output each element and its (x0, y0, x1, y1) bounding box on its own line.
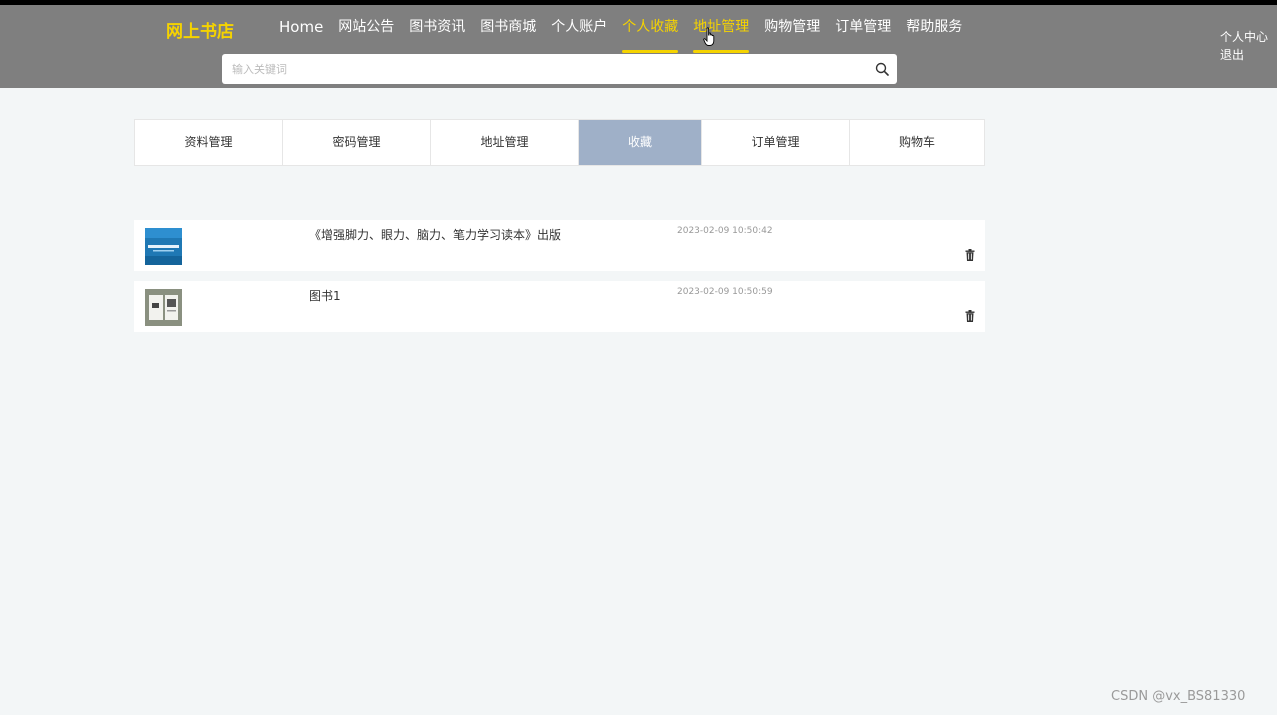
favorite-time: 2023-02-09 10:50:59 (677, 287, 773, 297)
account-tabs: 资料管理 密码管理 地址管理 收藏 订单管理 购物车 (134, 119, 985, 166)
favorite-time: 2023-02-09 10:50:42 (677, 226, 773, 236)
nav-item-favorites[interactable]: 个人收藏 (622, 17, 679, 53)
nav-item-book-mall[interactable]: 图书商城 (480, 17, 536, 53)
favorite-title[interactable]: 图书1 (309, 287, 341, 304)
user-links: 个人中心 退出 (1220, 28, 1268, 64)
tab-address[interactable]: 地址管理 (431, 120, 579, 165)
tab-password[interactable]: 密码管理 (283, 120, 431, 165)
search-icon[interactable] (875, 62, 889, 76)
nav-item-announcements[interactable]: 网站公告 (338, 17, 394, 53)
nav-item-orders[interactable]: 订单管理 (835, 17, 891, 53)
favorite-title[interactable]: 《增强脚力、眼力、脑力、笔力学习读本》出版 (309, 226, 561, 243)
search-bar (222, 54, 897, 84)
nav-item-shopping[interactable]: 购物管理 (764, 17, 820, 53)
nav-item-address[interactable]: 地址管理 (693, 17, 750, 53)
watermark: CSDN @vx_BS81330 (1111, 689, 1246, 704)
book-cover-thumbnail[interactable] (145, 289, 182, 326)
main-nav: Home 网站公告 图书资讯 图书商城 个人账户 个人收藏 地址管理 购物管理 … (279, 17, 977, 53)
tab-cart[interactable]: 购物车 (850, 120, 984, 165)
trash-icon[interactable] (965, 310, 975, 322)
logout-link[interactable]: 退出 (1220, 46, 1268, 64)
nav-item-book-news[interactable]: 图书资讯 (409, 17, 465, 53)
tab-profile[interactable]: 资料管理 (135, 120, 283, 165)
nav-item-account[interactable]: 个人账户 (551, 17, 607, 53)
top-navigation-bar: 网上书店 Home 网站公告 图书资讯 图书商城 个人账户 个人收藏 地址管理 … (0, 0, 1277, 88)
favorites-list: 《增强脚力、眼力、脑力、笔力学习读本》出版 2023-02-09 10:50:4… (134, 220, 985, 342)
list-item[interactable]: 《增强脚力、眼力、脑力、笔力学习读本》出版 2023-02-09 10:50:4… (134, 220, 985, 271)
site-logo[interactable]: 网上书店 (166, 17, 234, 42)
tab-favorites[interactable]: 收藏 (579, 120, 702, 165)
search-input[interactable] (222, 54, 842, 84)
hand-cursor-icon (703, 27, 715, 46)
book-cover-thumbnail[interactable] (145, 228, 182, 265)
trash-icon[interactable] (965, 249, 975, 261)
tab-orders[interactable]: 订单管理 (702, 120, 850, 165)
list-item[interactable]: 图书1 2023-02-09 10:50:59 (134, 281, 985, 332)
nav-item-home[interactable]: Home (279, 17, 323, 53)
user-center-link[interactable]: 个人中心 (1220, 28, 1268, 46)
nav-item-help[interactable]: 帮助服务 (906, 17, 962, 53)
